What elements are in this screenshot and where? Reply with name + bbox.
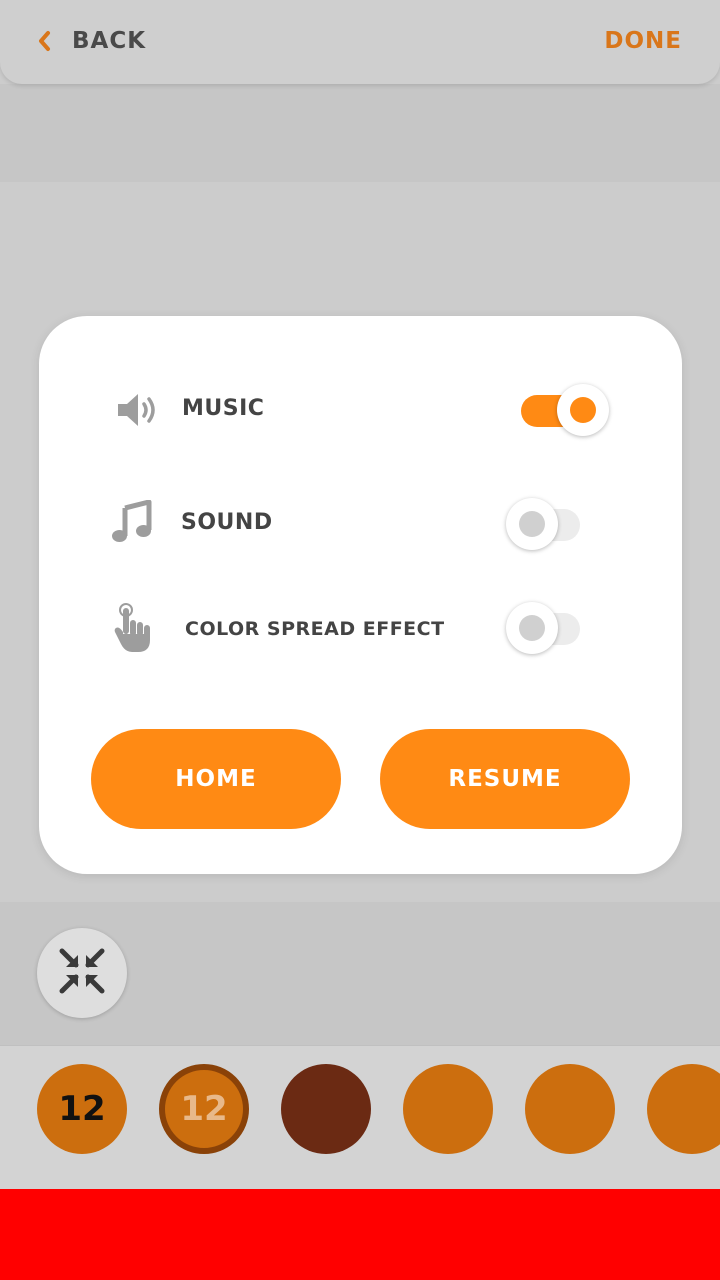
back-button[interactable]: BACK [36, 22, 146, 60]
background-band [0, 84, 720, 182]
chevron-left-icon [36, 22, 56, 60]
music-toggle[interactable] [507, 384, 609, 438]
color-swatch[interactable] [281, 1064, 371, 1154]
done-button[interactable]: DONE [604, 22, 682, 60]
toggle-knob [557, 384, 609, 436]
toggle-knob [506, 602, 558, 654]
home-button[interactable]: HOME [91, 729, 341, 829]
sound-toggle[interactable] [494, 498, 594, 552]
settings-dialog: MUSIC SOUND COLOR SPREAD EFFECT HOME RES… [39, 316, 682, 874]
toggle-knob [506, 498, 558, 550]
setting-row-music: MUSIC [39, 380, 682, 440]
setting-row-color-spread: COLOR SPREAD EFFECT [39, 598, 682, 658]
music-label: MUSIC [182, 396, 265, 421]
color-swatch-selected[interactable]: 12 [159, 1064, 249, 1154]
ad-banner [0, 1189, 720, 1280]
setting-row-sound: SOUND [39, 494, 682, 554]
resume-button[interactable]: RESUME [380, 729, 630, 829]
swatch-number: 12 [58, 1089, 106, 1129]
color-spread-toggle[interactable] [494, 602, 594, 656]
back-label: BACK [72, 28, 147, 54]
tap-hand-icon [109, 600, 159, 656]
swatch-number: 12 [180, 1089, 228, 1129]
color-swatch[interactable] [403, 1064, 493, 1154]
music-note-icon [107, 494, 157, 550]
color-palette: 12 12 [0, 1045, 720, 1190]
collapse-button[interactable] [37, 928, 127, 1018]
color-swatch[interactable]: 12 [37, 1064, 127, 1154]
sound-label: SOUND [181, 510, 273, 535]
color-spread-label: COLOR SPREAD EFFECT [185, 618, 445, 640]
top-bar: BACK DONE [0, 0, 720, 84]
speaker-icon [114, 382, 164, 438]
color-swatch[interactable] [525, 1064, 615, 1154]
collapse-arrows-icon [58, 947, 106, 999]
color-swatch[interactable] [647, 1064, 720, 1154]
